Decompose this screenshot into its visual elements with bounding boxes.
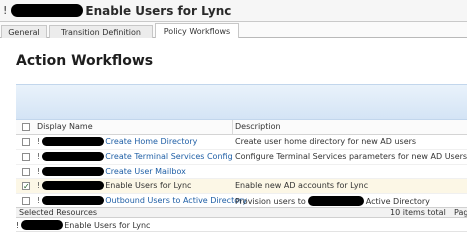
description-text: Configure Terminal Services parameters f… xyxy=(235,151,467,161)
table-row[interactable]: ! Create Terminal Services Config Config… xyxy=(16,150,467,165)
description-text: Create user home directory for new AD us… xyxy=(235,137,417,146)
page-title: Action Workflows xyxy=(16,53,154,69)
select-all-checkbox[interactable] xyxy=(22,123,30,131)
description-text-continued: Active Directory xyxy=(365,196,430,206)
row-checkbox-checked[interactable]: ✓ xyxy=(22,182,30,191)
table-row[interactable]: ! Create User Mailbox xyxy=(16,165,467,180)
selected-resources-label: Selected Resources xyxy=(19,208,98,217)
table-row[interactable]: ! Create Home Directory Create user home… xyxy=(16,135,467,150)
workflow-name-link[interactable]: ! Create User Mailbox xyxy=(37,166,186,176)
workflow-name: Create Home Directory xyxy=(105,137,198,146)
tab-transition-definition[interactable]: Transition Definition xyxy=(49,25,153,38)
workflow-name: Create User Mailbox xyxy=(105,166,186,176)
workflow-name-link[interactable]: ! Enable Users for Lync xyxy=(37,181,192,191)
row-checkbox[interactable] xyxy=(22,197,30,206)
tab-policy-workflows[interactable]: Policy Workflows xyxy=(155,23,239,38)
column-header-description[interactable]: Description xyxy=(235,122,281,131)
redacted-block xyxy=(42,181,105,191)
window-title: Enable Users for Lync xyxy=(85,3,232,18)
name-prefix: ! xyxy=(37,151,41,161)
workflow-description: Configure Terminal Services parameters f… xyxy=(235,152,467,161)
workflow-grid: Display Name Description ! Create Home D… xyxy=(16,120,467,209)
redacted-block xyxy=(42,151,105,161)
tab-label: Transition Definition xyxy=(61,27,141,37)
row-checkbox[interactable] xyxy=(22,138,30,146)
grid-header: Display Name Description xyxy=(16,120,467,135)
description-text: Enable new AD accounts for Lync xyxy=(235,181,369,191)
title-prefix: ! xyxy=(3,4,8,17)
workflow-description: Create user home directory for new AD us… xyxy=(235,137,416,146)
workflow-name: Outbound Users to Active Directory xyxy=(105,196,248,206)
tab-general[interactable]: General xyxy=(1,25,47,38)
redacted-block xyxy=(42,196,105,206)
table-row-selected[interactable]: ✓ ! Enable Users for Lync Enable new AD … xyxy=(16,179,467,195)
workflow-name: Enable Users for Lync xyxy=(105,181,192,191)
workflow-description: Provision users to Active Directory xyxy=(235,196,430,207)
selected-resources-bar: Selected Resources 10 items total Pag xyxy=(16,207,467,218)
workflow-name-link[interactable]: ! Outbound Users to Active Directory xyxy=(37,196,248,206)
workflow-name-link[interactable]: ! Create Home Directory xyxy=(37,137,197,146)
window-title-bar: ! Enable Users for Lync xyxy=(0,0,467,22)
column-separator[interactable] xyxy=(232,120,233,134)
name-prefix: ! xyxy=(37,181,41,191)
tab-label: General xyxy=(8,27,40,37)
workflow-name-link[interactable]: ! Create Terminal Services Config xyxy=(37,151,233,161)
toolbar-band xyxy=(16,84,467,120)
redacted-block xyxy=(21,220,64,230)
tab-bar: General Transition Definition Policy Wor… xyxy=(0,22,467,38)
name-prefix: ! xyxy=(37,196,41,206)
items-total-count: 10 items total xyxy=(390,208,446,217)
selected-item-name: Enable Users for Lync xyxy=(64,220,151,230)
selected-resource-item[interactable]: ! Enable Users for Lync xyxy=(16,220,150,230)
pager-label[interactable]: Pag xyxy=(454,208,467,217)
workflow-name: Create Terminal Services Config xyxy=(105,151,233,161)
tab-label: Policy Workflows xyxy=(163,26,231,36)
description-text: Provision users to xyxy=(235,196,306,206)
name-prefix: ! xyxy=(37,166,41,176)
column-header-display-name[interactable]: Display Name xyxy=(37,122,93,131)
redacted-block xyxy=(307,196,364,207)
redacted-block xyxy=(42,137,105,146)
name-prefix: ! xyxy=(37,137,41,146)
redacted-block xyxy=(11,4,84,17)
workflow-description: Enable new AD accounts for Lync xyxy=(235,181,368,190)
row-checkbox[interactable] xyxy=(22,152,30,161)
window: ! Enable Users for Lync General Transiti… xyxy=(0,0,467,248)
divider xyxy=(16,231,467,232)
selected-item-prefix: ! xyxy=(16,220,20,230)
row-checkbox[interactable] xyxy=(22,167,30,176)
redacted-block xyxy=(42,166,105,176)
